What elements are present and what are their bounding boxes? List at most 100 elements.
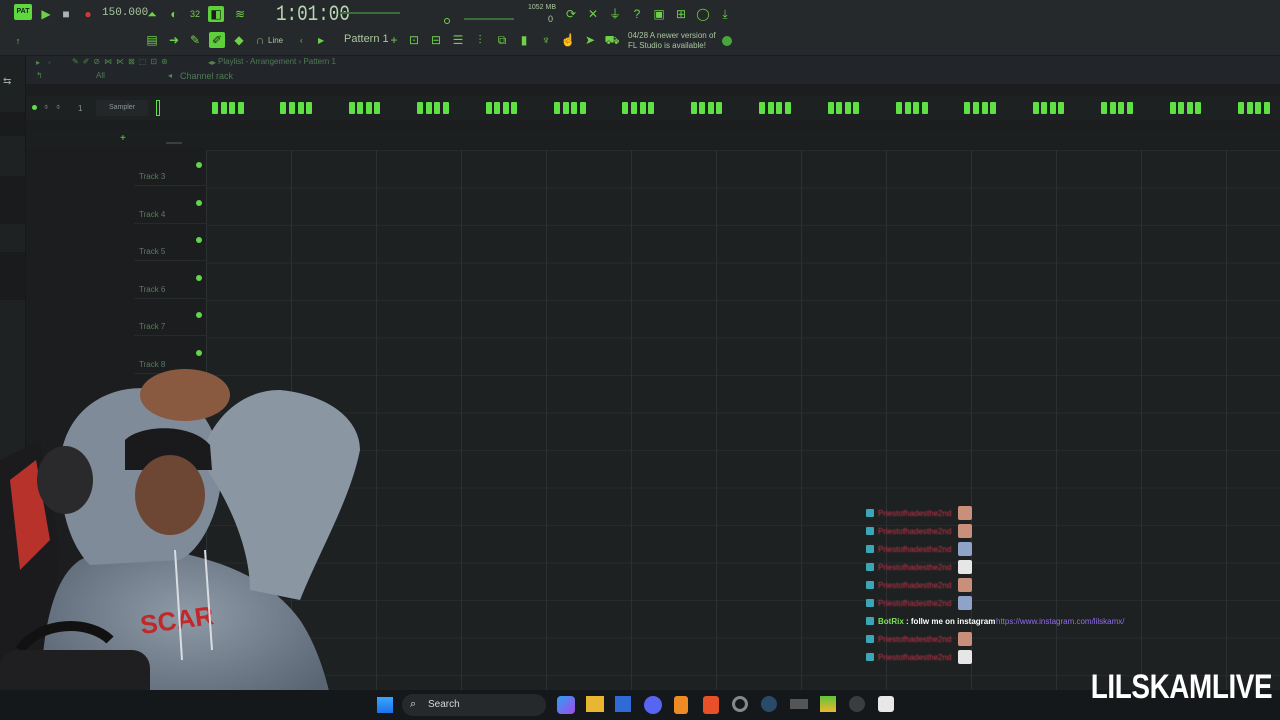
breadcrumb-pattern[interactable]: Pattern 1 — [303, 57, 335, 66]
step-button[interactable] — [220, 102, 227, 114]
step-button[interactable] — [964, 102, 971, 114]
track-mute-led-icon[interactable] — [196, 312, 202, 318]
windows-start-icon[interactable] — [377, 697, 393, 713]
arrow-tool-icon[interactable]: ➜ — [166, 32, 182, 48]
chat-username[interactable]: Priestofhadesthe2nd — [878, 653, 951, 662]
taskbar-search-box[interactable]: ⌕ Search — [402, 694, 546, 716]
master-volume-slider[interactable] — [340, 12, 400, 14]
step-button[interactable] — [280, 102, 287, 114]
step-button[interactable] — [374, 102, 381, 114]
track-mute-led-icon[interactable] — [196, 274, 202, 281]
chat-username[interactable]: Priestofhadesthe2nd — [878, 599, 951, 608]
discord-icon[interactable] — [644, 696, 662, 714]
obs-icon[interactable] — [878, 696, 894, 712]
update-notice-line2[interactable]: FL Studio is available! — [628, 41, 706, 50]
step-button[interactable] — [639, 102, 646, 114]
layers-app-icon[interactable] — [820, 696, 836, 712]
clipboard-icon[interactable]: ▮ — [516, 32, 532, 48]
chat-username[interactable]: Priestofhadesthe2nd — [878, 581, 951, 590]
step-button[interactable] — [1109, 102, 1116, 114]
step-button[interactable] — [237, 102, 244, 114]
fl-logo-icon[interactable]: PAT — [14, 4, 32, 20]
step-button[interactable] — [648, 102, 655, 114]
step-button[interactable] — [1186, 102, 1193, 114]
step-button[interactable] — [562, 102, 569, 114]
record-icon[interactable]: ● — [80, 6, 96, 22]
collapse-arrow-icon[interactable]: ↰ — [36, 71, 43, 80]
channel-number[interactable]: 1 — [78, 104, 82, 113]
step-button[interactable] — [1058, 102, 1065, 114]
store-icon[interactable] — [615, 696, 631, 712]
playlist-menu-arrow-icon[interactable]: ▸ — [36, 58, 40, 67]
cart-icon[interactable]: ⛟ — [604, 32, 620, 48]
rack-scroll-handle[interactable] — [166, 142, 182, 144]
step-button[interactable] — [716, 102, 723, 114]
countdown-icon[interactable]: 32 — [187, 6, 203, 22]
pin-icon[interactable]: ♆ — [538, 32, 554, 48]
master-pitch-knob[interactable] — [444, 18, 450, 24]
track-mute-led-icon[interactable] — [196, 162, 202, 168]
browser-filter-label[interactable]: All — [96, 71, 105, 80]
pan-knob-icon[interactable]: ⌽ — [44, 104, 48, 112]
save-icon[interactable]: ▣ — [651, 6, 667, 22]
pattern-selector[interactable]: Pattern 1 — [344, 33, 389, 45]
chrome-icon[interactable] — [732, 696, 748, 712]
chat-icon[interactable]: ◯ — [695, 6, 711, 22]
volume-knob-icon[interactable]: ⌽ — [56, 104, 60, 112]
channel-rack-title[interactable]: Channel rack — [180, 71, 233, 81]
browser-icon[interactable]: ☰ — [450, 32, 466, 48]
tools-icon[interactable]: ✕ — [585, 6, 601, 22]
chat-username[interactable]: BotRix — [878, 617, 904, 626]
send-icon[interactable]: ➤ — [582, 32, 598, 48]
step-button[interactable] — [212, 102, 218, 114]
step-button[interactable] — [494, 102, 501, 114]
step-button[interactable] — [767, 102, 774, 114]
step-button[interactable] — [1041, 102, 1048, 114]
step-button[interactable] — [288, 102, 295, 114]
help-icon[interactable]: ? — [629, 6, 645, 22]
track-header[interactable]: Track 6 — [134, 263, 206, 299]
track-mute-led-icon[interactable] — [196, 199, 202, 206]
microphone-icon[interactable]: ⏚ — [607, 6, 623, 22]
refresh-icon[interactable]: ⟳ — [563, 6, 579, 22]
channel-name-button[interactable]: Sampler — [96, 100, 148, 116]
playlist-tools-icon[interactable]: ◦ — [48, 58, 51, 67]
step-button[interactable] — [485, 102, 492, 114]
track-mute-led-icon[interactable] — [196, 237, 202, 243]
step-button[interactable] — [836, 102, 843, 114]
breadcrumb-arrangement[interactable]: Arrangement — [250, 57, 296, 66]
tool-icons-strip[interactable]: ✎✐⊘⋈⋉⊠⬚⊡⊛ — [72, 57, 172, 66]
step-button[interactable] — [707, 102, 714, 114]
tempo-display[interactable]: 150.000 — [102, 7, 148, 19]
steam-icon[interactable] — [761, 696, 777, 712]
step-button[interactable] — [913, 102, 920, 114]
download-icon[interactable]: ⤓ — [717, 6, 733, 22]
step-button[interactable] — [417, 102, 424, 114]
step-button[interactable] — [229, 102, 236, 114]
draw-tool-icon[interactable]: ✎ — [187, 32, 203, 48]
channel-select-indicator[interactable] — [156, 100, 160, 116]
step-button[interactable] — [1255, 102, 1262, 114]
step-button[interactable] — [622, 102, 629, 114]
play-icon[interactable]: ▶ — [38, 6, 54, 22]
paint-tool-icon[interactable]: ✐ — [209, 32, 225, 48]
step-button[interactable] — [425, 102, 432, 114]
snap-mode-select[interactable]: Line — [268, 36, 283, 45]
stamp-tool-icon[interactable]: ◆ — [231, 32, 247, 48]
step-button[interactable] — [1263, 102, 1270, 114]
step-button[interactable] — [554, 102, 560, 114]
step-button[interactable] — [1169, 102, 1176, 114]
step-button[interactable] — [297, 102, 304, 114]
step-button[interactable] — [896, 102, 902, 114]
chat-link[interactable]: https://www.instagram.com/lilskamx/ — [996, 617, 1124, 626]
channel-rack-icon[interactable]: ⊟ — [428, 32, 444, 48]
browser-toggle-icon[interactable]: ⇆ — [3, 76, 11, 87]
step-edit-icon[interactable]: ≋ — [232, 6, 248, 22]
pattern-prev-icon[interactable]: ‹ — [300, 36, 303, 45]
step-button[interactable] — [357, 102, 364, 114]
chat-username[interactable]: Priestofhadesthe2nd — [878, 527, 951, 536]
piano-roll-icon[interactable]: ▤ — [144, 32, 160, 48]
pattern-next-icon[interactable]: ▶ — [318, 36, 324, 45]
app-icon[interactable] — [790, 699, 808, 709]
step-button[interactable] — [1178, 102, 1185, 114]
